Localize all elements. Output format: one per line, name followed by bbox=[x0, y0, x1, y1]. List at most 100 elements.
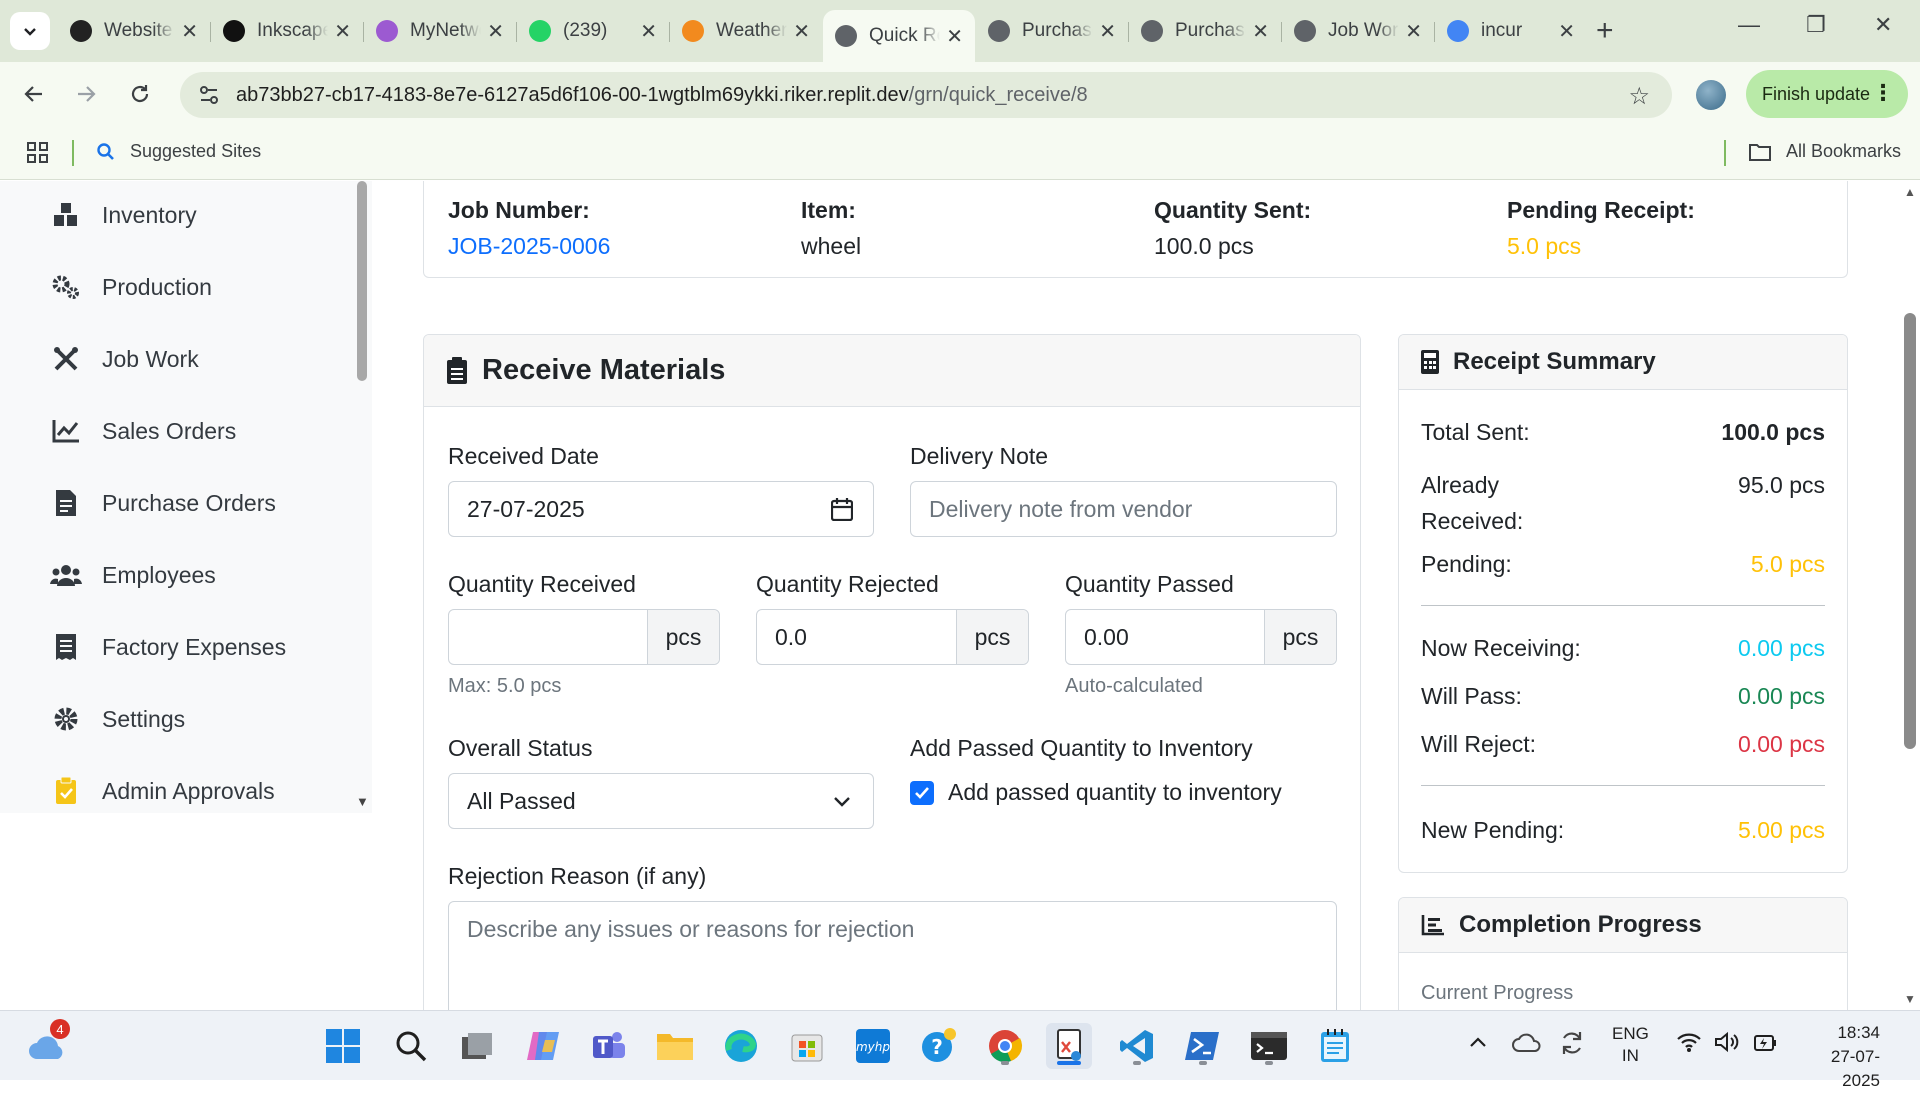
sidebar-scrollbar[interactable]: ▼ bbox=[355, 181, 371, 813]
sidebar-item-inventory[interactable]: Inventory bbox=[50, 195, 197, 235]
close-tab-icon[interactable]: ✕ bbox=[1252, 19, 1269, 44]
clock-time: 18:34 bbox=[1837, 1023, 1880, 1042]
close-window-icon[interactable]: ✕ bbox=[1874, 12, 1892, 38]
browser-tab[interactable]: Purchase ✕ bbox=[1129, 10, 1281, 52]
page-scroll-thumb[interactable] bbox=[1904, 313, 1916, 749]
sidebar-item-factory-expenses[interactable]: Factory Expenses bbox=[50, 627, 286, 667]
quantity-received-help: Max: 5.0 pcs bbox=[448, 675, 562, 697]
scroll-down-arrow-icon[interactable]: ▼ bbox=[1904, 992, 1916, 1006]
start-button[interactable] bbox=[320, 1023, 366, 1069]
quantity-passed-input[interactable]: 0.00 pcs bbox=[1065, 609, 1337, 665]
scroll-down-arrow-icon[interactable]: ▼ bbox=[356, 794, 369, 809]
job-number-link[interactable]: JOB-2025-0006 bbox=[448, 233, 610, 260]
store-app[interactable] bbox=[784, 1023, 830, 1069]
bookmark-divider bbox=[72, 140, 74, 166]
weather-widget[interactable]: 4 bbox=[24, 1019, 70, 1069]
forward-button[interactable] bbox=[68, 76, 104, 112]
browser-tab[interactable]: Quick Receive ✕ bbox=[823, 10, 975, 62]
quick-settings[interactable] bbox=[1676, 1031, 1778, 1053]
back-button[interactable] bbox=[16, 76, 52, 112]
myhp-app[interactable]: myhp bbox=[850, 1023, 896, 1069]
sync-icon[interactable] bbox=[1558, 1029, 1586, 1062]
sidebar-scroll-thumb[interactable] bbox=[357, 181, 367, 381]
delivery-note-label: Delivery Note bbox=[910, 443, 1049, 469]
show-hidden-icons[interactable] bbox=[1468, 1033, 1488, 1054]
clock[interactable]: 18:34 27-07-2025 bbox=[1800, 1021, 1880, 1093]
sidebar-item-admin-approvals[interactable]: Admin Approvals bbox=[50, 771, 275, 811]
apps-grid-icon[interactable] bbox=[26, 141, 50, 170]
task-view-button[interactable] bbox=[454, 1023, 500, 1069]
edge-app[interactable] bbox=[718, 1023, 764, 1069]
browser-tab[interactable]: Website ✕ bbox=[58, 10, 210, 52]
bookmark-star-icon[interactable]: ☆ bbox=[1628, 82, 1650, 111]
terminal-app[interactable] bbox=[1246, 1023, 1292, 1069]
restore-icon[interactable]: ❐ bbox=[1806, 12, 1826, 38]
received-date-value: 27-07-2025 bbox=[467, 495, 585, 522]
close-tab-icon[interactable]: ✕ bbox=[1558, 19, 1575, 44]
overall-status-select[interactable]: All Passed bbox=[448, 773, 874, 829]
overall-status-label: Overall Status bbox=[448, 735, 593, 761]
all-bookmarks-label: All Bookmarks bbox=[1786, 141, 1902, 161]
copilot-icon bbox=[527, 1032, 559, 1060]
rejection-reason-textarea[interactable]: Describe any issues or reasons for rejec… bbox=[448, 901, 1337, 1010]
browser-tab[interactable]: Purchase ✕ bbox=[976, 10, 1128, 52]
pending-receipt-label: Pending Receipt: bbox=[1507, 197, 1695, 223]
received-date-input[interactable]: 27-07-2025 bbox=[448, 481, 874, 537]
already-received-label-line2: Received: bbox=[1421, 508, 1524, 534]
calendar-icon[interactable] bbox=[831, 497, 853, 521]
finish-update-button[interactable]: Finish update ⋮ bbox=[1746, 70, 1908, 118]
profile-avatar[interactable] bbox=[1696, 80, 1726, 110]
browser-tab[interactable]: Weather ✕ bbox=[670, 10, 822, 52]
minimize-icon[interactable]: — bbox=[1738, 12, 1760, 38]
browser-tab[interactable]: MyNetwork ✕ bbox=[364, 10, 516, 52]
close-tab-icon[interactable]: ✕ bbox=[1099, 19, 1116, 44]
sidebar-item-job-work[interactable]: Job Work bbox=[50, 339, 199, 379]
notepad-app[interactable] bbox=[1312, 1023, 1358, 1069]
sidebar-item-purchase-orders[interactable]: Purchase Orders bbox=[50, 483, 276, 523]
close-tab-icon[interactable]: ✕ bbox=[946, 24, 963, 49]
site-info-icon[interactable] bbox=[198, 84, 220, 112]
more-menu-icon[interactable]: ⋮ bbox=[1872, 80, 1894, 106]
quantity-rejected-value: 0.0 bbox=[775, 623, 807, 650]
sidebar-item-sales-orders[interactable]: Sales Orders bbox=[50, 411, 236, 451]
close-tab-icon[interactable]: ✕ bbox=[487, 19, 504, 44]
get-help-app[interactable]: ? bbox=[916, 1023, 962, 1069]
address-bar[interactable]: ab73bb27-cb17-4183-8e7e-6127a5d6f106-00-… bbox=[180, 72, 1672, 118]
close-tab-icon[interactable]: ✕ bbox=[181, 19, 198, 44]
url-path: /grn/quick_receive/8 bbox=[908, 83, 1088, 106]
copilot-app[interactable] bbox=[520, 1023, 566, 1069]
quantity-received-input[interactable]: pcs bbox=[448, 609, 720, 665]
quantity-rejected-input[interactable]: 0.0 pcs bbox=[756, 609, 1029, 665]
browser-tab[interactable]: (239) ✕ bbox=[517, 10, 669, 52]
chrome-app[interactable] bbox=[982, 1023, 1028, 1069]
scroll-up-arrow-icon[interactable]: ▲ bbox=[1904, 185, 1916, 199]
snipping-tool-app[interactable] bbox=[1046, 1023, 1092, 1069]
close-tab-icon[interactable]: ✕ bbox=[1405, 19, 1422, 44]
close-tab-icon[interactable]: ✕ bbox=[640, 19, 657, 44]
vscode-app[interactable] bbox=[1114, 1023, 1160, 1069]
page-scrollbar[interactable]: ▲ ▼ bbox=[1900, 181, 1920, 1010]
sidebar-item-employees[interactable]: Employees bbox=[50, 555, 216, 595]
add-inventory-checkbox-row[interactable]: Add passed quantity to inventory bbox=[910, 779, 1282, 806]
close-tab-icon[interactable]: ✕ bbox=[793, 19, 810, 44]
taskbar-search-button[interactable] bbox=[388, 1023, 434, 1069]
browser-tab[interactable]: incur ✕ bbox=[1435, 10, 1587, 52]
powershell-app[interactable] bbox=[1180, 1023, 1226, 1069]
teams-app[interactable] bbox=[586, 1023, 632, 1069]
sidebar-item-production[interactable]: Production bbox=[50, 267, 212, 307]
file-explorer-app[interactable] bbox=[652, 1023, 698, 1069]
tab-search-button[interactable] bbox=[10, 12, 50, 50]
sidebar-item-settings[interactable]: Settings bbox=[50, 699, 185, 739]
onedrive-icon[interactable] bbox=[1512, 1031, 1542, 1058]
add-inventory-checkbox[interactable] bbox=[910, 780, 934, 805]
reload-button[interactable] bbox=[122, 76, 158, 112]
suggested-sites-link[interactable]: Suggested Sites bbox=[96, 141, 261, 162]
browser-tab[interactable]: Job Work ✕ bbox=[1282, 10, 1434, 52]
delivery-note-input[interactable]: Delivery note from vendor bbox=[910, 481, 1337, 537]
all-bookmarks-link[interactable]: All Bookmarks bbox=[1748, 141, 1901, 162]
close-tab-icon[interactable]: ✕ bbox=[334, 19, 351, 44]
notepad-icon bbox=[1321, 1029, 1349, 1062]
new-tab-button[interactable]: + bbox=[1596, 14, 1614, 48]
language-indicator[interactable]: ENG IN bbox=[1612, 1023, 1649, 1067]
browser-tab[interactable]: Inkscape ✕ bbox=[211, 10, 363, 52]
